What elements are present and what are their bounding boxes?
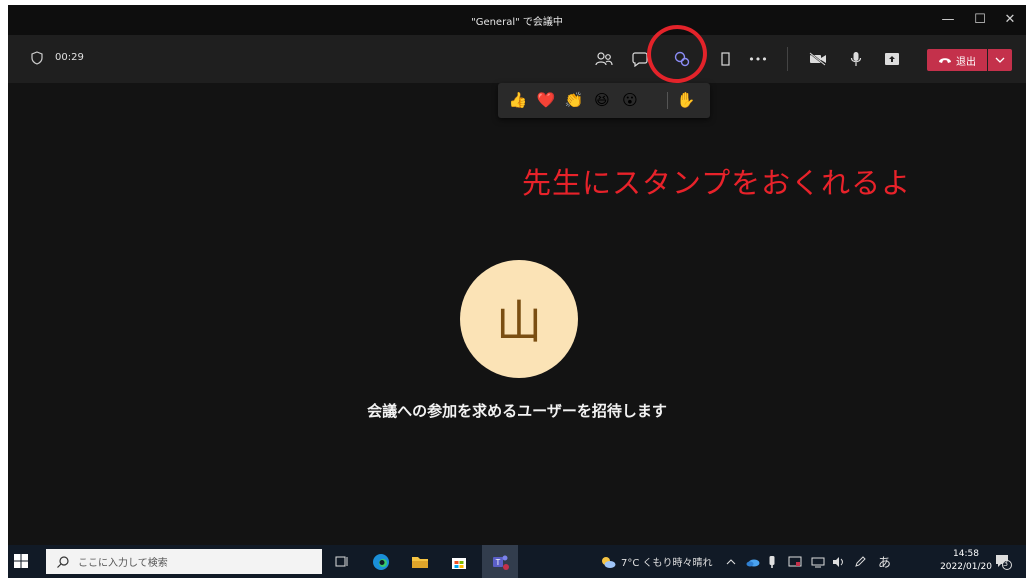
chevron-up-icon [726,558,736,564]
people-icon [595,52,613,66]
title-bar: "General" で会議中 — ☐ ✕ [8,5,1026,35]
app-tray-button[interactable] [788,545,802,578]
volume-tray-button[interactable] [832,545,846,578]
ime-mode-button[interactable]: あ [878,545,891,578]
camera-toggle-button[interactable] [806,47,830,71]
meeting-timer: 00:29 [55,52,84,63]
folder-icon [412,557,428,568]
invite-message: 会議への参加を求めるユーザーを招待します [367,402,667,420]
leave-options-button[interactable] [988,49,1012,71]
weather-text: 7°C くもり時々晴れ [621,558,713,569]
chat-icon [632,52,648,67]
meeting-toolbar: 00:29 ••• 退出 [8,35,1026,83]
participants-button[interactable] [592,47,616,71]
search-placeholder: ここに入力して検索 [78,558,168,569]
more-actions-button[interactable]: ••• [746,47,770,71]
teams-taskbar-button[interactable]: T [482,545,518,578]
onedrive-tray-button[interactable] [746,545,760,578]
teams-icon: T [493,555,509,570]
shield-icon [31,51,43,65]
mic-toggle-button[interactable] [844,47,868,71]
minimize-button[interactable]: — [932,9,964,31]
taskbar-search[interactable]: ここに入力して検索 [46,549,322,574]
participant-avatar: 山 [460,260,578,378]
clock-date: 2022/01/20 [940,562,992,572]
task-view-button[interactable] [331,551,353,573]
task-view-icon [335,556,348,567]
toolbar-divider [787,47,788,71]
share-icon [885,53,899,65]
network-tray-button[interactable] [811,545,825,578]
like-reaction[interactable]: 👍 [508,90,528,110]
reactions-divider [667,92,668,109]
tray-overflow-button[interactable] [726,545,736,578]
notification-count: 3 [1003,559,1009,568]
applause-reaction[interactable]: 👏 [564,90,584,110]
leave-button[interactable]: 退出 [927,49,987,71]
teams-meeting-window: "General" で会議中 — ☐ ✕ 00:29 ••• 退出 👍 ❤️ 👏… [8,5,1026,545]
clock-time: 14:58 [953,549,979,559]
leave-label: 退出 [956,56,976,68]
maximize-button[interactable]: ☐ [964,9,996,31]
edge-icon [373,554,389,570]
close-button[interactable]: ✕ [994,9,1026,31]
raise-hand-button[interactable]: ✋ [676,90,696,110]
store-taskbar-button[interactable] [448,551,470,573]
edge-taskbar-button[interactable] [370,551,392,573]
system-clock[interactable]: 14:58 2022/01/20 [938,548,994,574]
file-explorer-taskbar-button[interactable] [409,551,431,573]
usb-icon [769,555,775,568]
windows-taskbar: ここに入力して検索 T 7°C くもり時々晴れ あ 14:58 2022/01/… [8,545,1026,578]
pen-icon [855,555,866,567]
usb-tray-button[interactable] [768,545,776,578]
heart-reaction[interactable]: ❤️ [536,90,556,110]
avatar-initial: 山 [496,295,542,349]
annotation-text: 先生にスタンプをおくれるよ [522,166,912,200]
surprised-reaction[interactable]: 😮 [620,90,640,110]
weather-widget[interactable]: 7°C くもり時々晴れ [600,545,713,578]
microphone-icon [850,52,862,66]
share-screen-button[interactable] [880,47,904,71]
pen-tray-button[interactable] [854,545,866,578]
notification-center-button[interactable]: 3 [994,545,1012,578]
hang-up-icon [939,58,951,63]
rooms-button[interactable] [712,47,736,71]
monitor-icon [788,556,802,566]
chevron-down-icon [995,57,1005,63]
camera-off-icon [809,52,826,66]
laugh-reaction[interactable]: 😆 [592,90,612,110]
windows-start-icon[interactable] [14,554,28,568]
network-icon [811,557,825,567]
reactions-panel: 👍 ❤️ 👏 😆 😮 ✋ [498,83,710,118]
cloud-icon [746,559,760,566]
store-icon [452,558,466,569]
search-icon [57,555,69,568]
speaker-icon [833,556,843,567]
weather-icon [602,556,616,568]
svg-text:T: T [496,558,501,567]
window-title: "General" で会議中 [471,17,563,28]
rooms-icon [721,52,730,66]
